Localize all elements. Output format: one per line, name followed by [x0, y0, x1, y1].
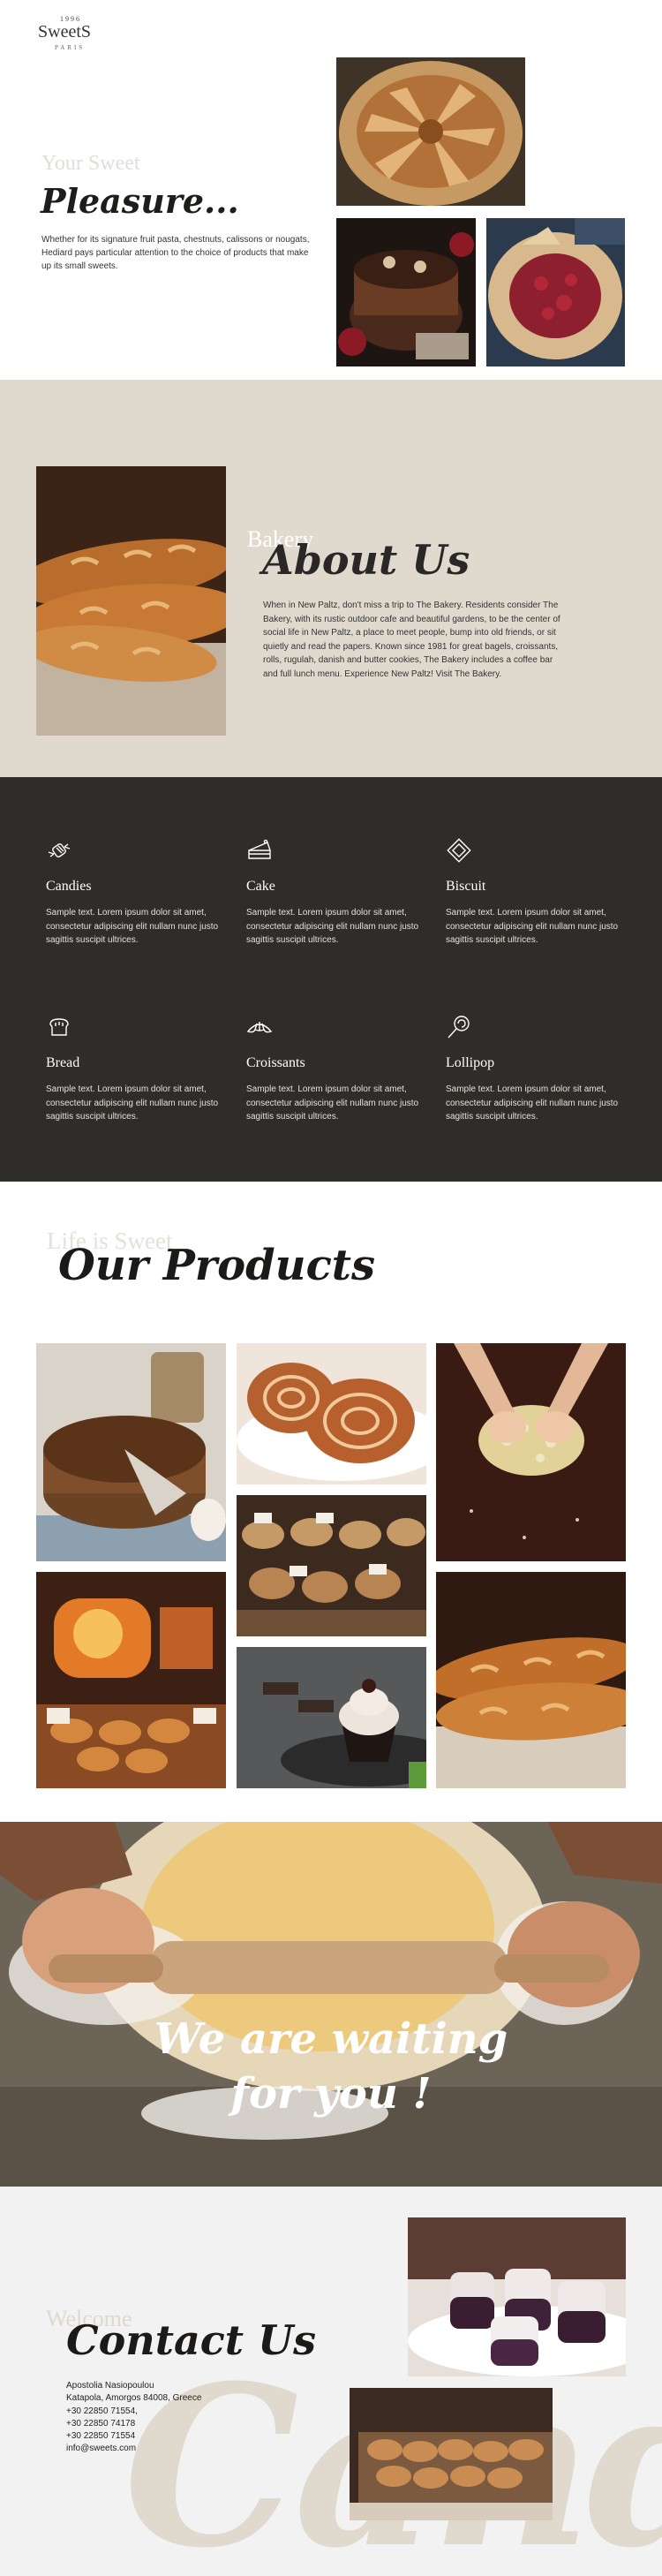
kneading-dough-image[interactable] [436, 1343, 626, 1561]
rustic-bread-image[interactable] [436, 1572, 626, 1788]
feature-cake: Cake Sample text. Lorem ipsum dolor sit … [246, 837, 436, 948]
feature-text: Sample text. Lorem ipsum dolor sit amet,… [446, 1084, 619, 1122]
feature-text: Sample text. Lorem ipsum dolor sit amet,… [46, 908, 219, 945]
bread-icon [46, 1014, 72, 1040]
lollipop-icon [446, 1014, 472, 1040]
cookies-tray-image [350, 2388, 553, 2520]
rolling-pin-image [0, 1822, 662, 2187]
features-section: Candies Sample text. Lorem ipsum dolor s… [0, 777, 662, 1182]
jar-desserts-image [408, 2217, 626, 2376]
feature-title: Bread [46, 1055, 80, 1070]
bread-oven-image[interactable] [36, 1572, 226, 1788]
candy-icon [46, 837, 72, 864]
chocolate-tart-image[interactable] [36, 1343, 226, 1561]
feature-biscuit: Biscuit Sample text. Lorem ipsum dolor s… [446, 837, 636, 948]
contact-section: Cand Welcome Contact Us Apostolia Nasiop… [0, 2187, 662, 2576]
feature-croissants: Croissants Sample text. Lorem ipsum dolo… [246, 1014, 436, 1124]
about-title: About Us [262, 536, 470, 584]
contact-phone[interactable]: +30 22850 74178 [66, 2418, 201, 2430]
feature-candies: Candies Sample text. Lorem ipsum dolor s… [46, 837, 236, 948]
logo-name[interactable]: SweetS [38, 22, 91, 42]
feature-title: Cake [246, 879, 275, 894]
feature-bread: Bread Sample text. Lorem ipsum dolor sit… [46, 1014, 236, 1124]
feature-title: Croissants [246, 1055, 305, 1070]
feature-text: Sample text. Lorem ipsum dolor sit amet,… [246, 1084, 419, 1122]
waiting-message: We are waiting for you ! [0, 2012, 662, 2121]
contact-title: Contact Us [66, 2316, 317, 2364]
hero-title: Pleasure... [41, 181, 239, 221]
croissant-icon [246, 1014, 273, 1040]
feature-text: Sample text. Lorem ipsum dolor sit amet,… [46, 1084, 219, 1122]
feature-title: Biscuit [446, 879, 486, 894]
galette-tart-image [336, 57, 525, 206]
cake-icon [246, 837, 273, 864]
feature-lollipop: Lollipop Sample text. Lorem ipsum dolor … [446, 1014, 636, 1124]
baguettes-image [36, 466, 226, 736]
hero-text: Whether for its signature fruit pasta, c… [41, 235, 310, 271]
contact-phone[interactable]: +30 22850 71554, [66, 2406, 201, 2418]
logo-city: PARIS [55, 44, 86, 51]
contact-details: Apostolia Nasiopoulou Katapola, Amorgos … [66, 2380, 201, 2456]
contact-email[interactable]: info@sweets.com [66, 2443, 201, 2455]
contact-address: Katapola, Amorgos 84008, Greece [66, 2393, 202, 2404]
products-title: Our Products [58, 1241, 375, 1290]
waiting-line-1: We are waiting [154, 2014, 508, 2064]
cupcake-image[interactable] [237, 1647, 426, 1788]
waiting-line-2: for you ! [230, 2069, 432, 2119]
bakery-shelf-image[interactable] [237, 1495, 426, 1636]
about-section: Bakery About Us When in New Paltz, don't… [0, 380, 662, 777]
biscuit-icon [446, 837, 472, 864]
waiting-banner: We are waiting for you ! [0, 1822, 662, 2187]
feature-text: Sample text. Lorem ipsum dolor sit amet,… [246, 908, 419, 945]
hero-subtitle: Your Sweet [41, 152, 140, 175]
hero-section: 1996 SweetS PARIS Your Sweet Pleasure...… [0, 0, 662, 380]
about-text: When in New Paltz, don't miss a trip to … [263, 601, 560, 679]
feature-title: Lollipop [446, 1055, 495, 1070]
feature-text: Sample text. Lorem ipsum dolor sit amet,… [446, 908, 619, 945]
feature-title: Candies [46, 879, 92, 894]
cinnamon-rolls-image[interactable] [237, 1343, 426, 1484]
contact-phone[interactable]: +30 22850 71554 [66, 2430, 201, 2443]
contact-name: Apostolia Nasiopoulou [66, 2381, 154, 2391]
products-section: Life is Sweet Our Products [0, 1182, 662, 1822]
berry-pie-image [486, 218, 625, 366]
chocolate-cake-image [336, 218, 476, 366]
